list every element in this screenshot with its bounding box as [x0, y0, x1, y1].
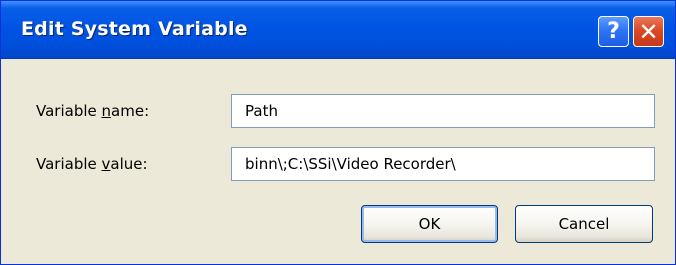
- close-button[interactable]: ✕: [633, 16, 664, 47]
- variable-name-label-suffix: ame:: [111, 102, 150, 120]
- ok-button-label: OK: [418, 215, 441, 233]
- variable-value-label-suffix: alue:: [110, 155, 148, 173]
- variable-value-label: Variable value:: [36, 155, 148, 173]
- ok-button[interactable]: OK: [361, 205, 498, 243]
- help-icon: ?: [607, 19, 620, 44]
- help-button[interactable]: ?: [598, 16, 629, 47]
- cancel-button[interactable]: Cancel: [515, 205, 653, 243]
- variable-name-label-prefix: Variable: [36, 102, 102, 120]
- dialog-title: Edit System Variable: [21, 18, 248, 40]
- variable-value-field[interactable]: [231, 147, 655, 181]
- title-bar[interactable]: Edit System Variable ? ✕: [1, 1, 675, 59]
- variable-name-label: Variable name:: [36, 102, 149, 120]
- cancel-button-label: Cancel: [558, 215, 610, 233]
- close-icon: ✕: [638, 17, 659, 46]
- variable-name-label-accelerator: n: [101, 102, 112, 120]
- edit-system-variable-dialog: Edit System Variable ? ✕ Variable name: …: [0, 0, 676, 265]
- variable-value-label-prefix: Variable: [36, 155, 102, 173]
- variable-name-field[interactable]: [231, 94, 655, 128]
